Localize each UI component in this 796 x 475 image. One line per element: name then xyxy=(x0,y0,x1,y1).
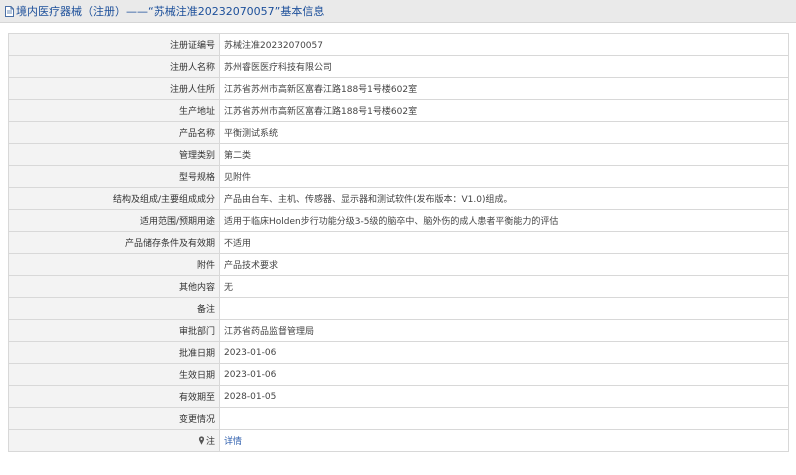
document-icon xyxy=(5,5,14,17)
table-row: 适用范围/预期用途 适用于临床Holden步行功能分级3-5级的脑卒中、脑外伤的… xyxy=(8,209,789,232)
table-row: 注册证编号 苏械注准20232070057 xyxy=(8,33,789,56)
note-row: 注 详情 xyxy=(8,429,789,452)
row-value: 平衡测试系统 xyxy=(219,121,789,144)
row-label: 备注 xyxy=(8,297,220,320)
row-value: 不适用 xyxy=(219,231,789,254)
table-row: 变更情况 xyxy=(8,407,789,430)
page-header: 境内医疗器械（注册）——“苏械注准20232070057”基本信息 xyxy=(0,0,796,23)
row-label: 有效期至 xyxy=(8,385,220,408)
row-label: 适用范围/预期用途 xyxy=(8,209,220,232)
row-label: 生产地址 xyxy=(8,99,220,122)
row-label: 注册人名称 xyxy=(8,55,220,78)
table-row: 注册人住所 江苏省苏州市高新区富春江路188号1号楼602室 xyxy=(8,77,789,100)
table-row: 产品储存条件及有效期 不适用 xyxy=(8,231,789,254)
table-row: 附件 产品技术要求 xyxy=(8,253,789,276)
row-value: 无 xyxy=(219,275,789,298)
table-row: 产品名称 平衡测试系统 xyxy=(8,121,789,144)
table-row: 其他内容 无 xyxy=(8,275,789,298)
row-label: 注册证编号 xyxy=(8,33,220,56)
row-value: 江苏省苏州市高新区富春江路188号1号楼602室 xyxy=(219,99,789,122)
row-label: 管理类别 xyxy=(8,143,220,166)
note-value-cell: 详情 xyxy=(219,429,789,452)
note-label: 注 xyxy=(205,437,215,447)
row-label: 附件 xyxy=(8,253,220,276)
row-label: 型号规格 xyxy=(8,165,220,188)
table-row: 注册人名称 苏州睿医医疗科技有限公司 xyxy=(8,55,789,78)
row-value: 第二类 xyxy=(219,143,789,166)
row-label: 注册人住所 xyxy=(8,77,220,100)
table-row: 生效日期 2023-01-06 xyxy=(8,363,789,386)
table-row: 结构及组成/主要组成成分 产品由台车、主机、传感器、显示器和测试软件(发布版本：… xyxy=(8,187,789,210)
row-value: 江苏省药品监督管理局 xyxy=(219,319,789,342)
table-row: 生产地址 江苏省苏州市高新区富春江路188号1号楼602室 xyxy=(8,99,789,122)
row-value: 见附件 xyxy=(219,165,789,188)
row-value: 适用于临床Holden步行功能分级3-5级的脑卒中、脑外伤的成人患者平衡能力的评… xyxy=(219,209,789,232)
table-row: 审批部门 江苏省药品监督管理局 xyxy=(8,319,789,342)
pin-icon xyxy=(198,436,205,445)
row-label: 审批部门 xyxy=(8,319,220,342)
table-row: 备注 xyxy=(8,297,789,320)
row-label: 产品储存条件及有效期 xyxy=(8,231,220,254)
row-value: 2023-01-06 xyxy=(219,363,789,386)
row-value: 苏械注准20232070057 xyxy=(219,33,789,56)
row-value xyxy=(219,407,789,430)
row-value: 产品由台车、主机、传感器、显示器和测试软件(发布版本：V1.0)组成。 xyxy=(219,187,789,210)
row-label: 批准日期 xyxy=(8,341,220,364)
row-label: 其他内容 xyxy=(8,275,220,298)
table-row: 管理类别 第二类 xyxy=(8,143,789,166)
row-label: 产品名称 xyxy=(8,121,220,144)
info-table: 注册证编号 苏械注准20232070057 注册人名称 苏州睿医医疗科技有限公司… xyxy=(8,33,789,452)
row-value xyxy=(219,297,789,320)
row-value: 苏州睿医医疗科技有限公司 xyxy=(219,55,789,78)
row-label: 变更情况 xyxy=(8,407,220,430)
row-label: 结构及组成/主要组成成分 xyxy=(8,187,220,210)
table-row: 型号规格 见附件 xyxy=(8,165,789,188)
note-label-cell: 注 xyxy=(8,429,220,452)
table-row: 有效期至 2028-01-05 xyxy=(8,385,789,408)
details-link[interactable]: 详情 xyxy=(224,437,242,447)
row-value: 江苏省苏州市高新区富春江路188号1号楼602室 xyxy=(219,77,789,100)
row-value: 2028-01-05 xyxy=(219,385,789,408)
table-row: 批准日期 2023-01-06 xyxy=(8,341,789,364)
row-value: 产品技术要求 xyxy=(219,253,789,276)
row-value: 2023-01-06 xyxy=(219,341,789,364)
row-label: 生效日期 xyxy=(8,363,220,386)
page-title: 境内医疗器械（注册）——“苏械注准20232070057”基本信息 xyxy=(16,5,325,18)
